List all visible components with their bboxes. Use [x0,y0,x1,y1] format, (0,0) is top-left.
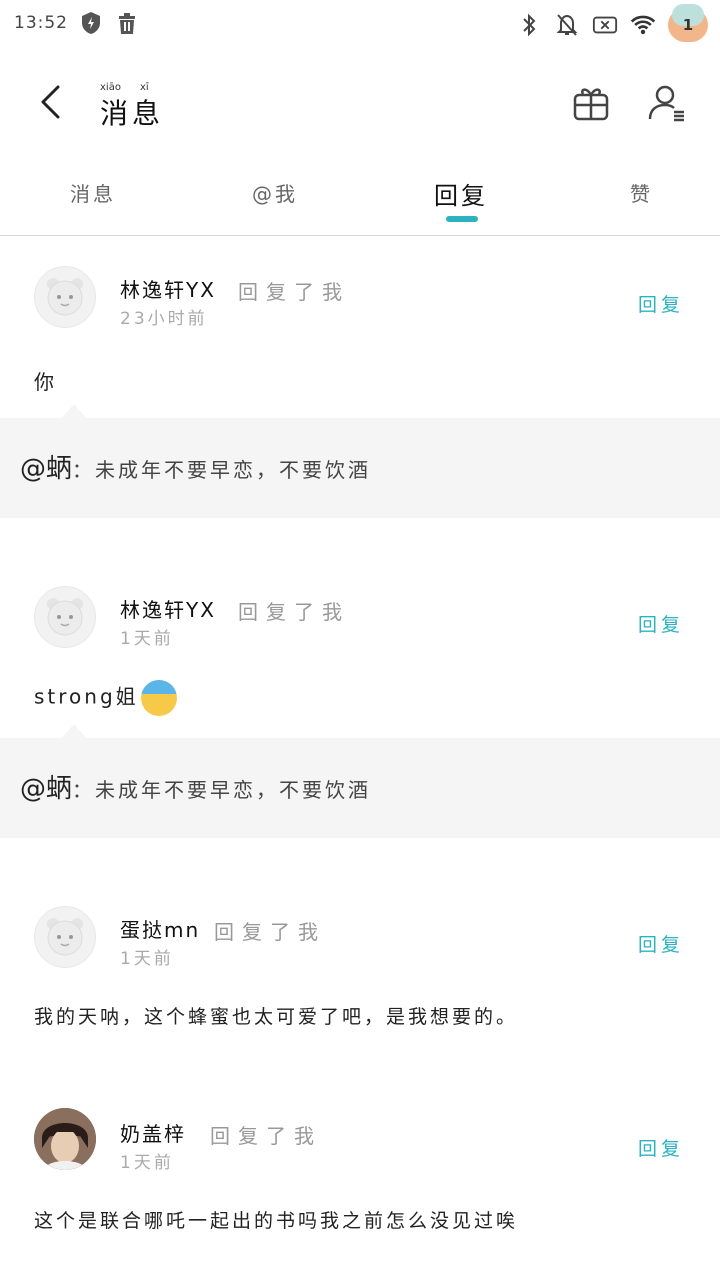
timestamp: 23小时前 [120,309,208,329]
timestamp: 1天前 [120,1153,174,1173]
sim-off-icon [592,12,618,38]
message-content: 这个是联合哪吒一起出的书吗我之前怎么没见过唉 [34,1210,519,1232]
user-name[interactable]: 奶盖梓 [120,1118,186,1147]
quoted-comment[interactable]: @蛃：未成年不要早恋，不要饮酒 [0,404,720,518]
quote-pointer [62,724,86,738]
tab-bar: 消息 @我 回复 赞 [0,160,720,236]
quoted-user: @蛃 [20,454,73,484]
status-left: 13:52 [14,10,140,36]
user-list-icon [648,85,684,122]
quoted-body: ：未成年不要早恋，不要饮酒 [72,778,372,802]
bear-avatar-icon [47,598,83,636]
bluetooth-icon [516,12,542,38]
user-name[interactable]: 林逸轩YX [120,594,216,623]
user-settings-button[interactable] [644,80,690,126]
tab-mentions[interactable]: @我 [252,178,298,207]
quoted-comment[interactable]: @蛃：未成年不要早恋，不要饮酒 [0,724,720,838]
header: xiāo xī 消息 [0,60,720,150]
back-button[interactable] [28,80,72,124]
reply-action: 回复了我 [238,600,350,624]
photo-avatar-icon [34,1108,96,1170]
quoted-text: @蛃：未成年不要早恋，不要饮酒 [20,768,371,805]
avatar[interactable] [34,586,96,648]
message-card: 林逸轩YX 回复了我 23小时前 回复 你 @蛃：未成年不要早恋，不要饮酒 [0,240,720,520]
message-content: 我的天呐，这个蜂蜜也太可爱了吧，是我想要的。 [34,1006,519,1028]
tab-likes[interactable]: 赞 [630,178,653,207]
shocked-emoji-icon [140,680,177,716]
message-content: strong姐 [34,680,177,716]
user-name[interactable]: 林逸轩YX [120,274,216,303]
status-time: 13:52 [14,13,68,33]
reply-action: 回复了我 [238,280,350,304]
notification-badge[interactable]: 1 [668,4,708,42]
avatar[interactable] [34,1108,96,1170]
reply-button[interactable]: 回复 [638,290,684,317]
wifi-icon [630,12,656,38]
message-card: 奶盖梓 回复了我 1天前 回复 这个是联合哪吒一起出的书吗我之前怎么没见过唉 [0,1084,720,1274]
bell-off-icon [554,12,580,38]
gift-button[interactable] [568,80,614,126]
tab-replies[interactable]: 回复 [434,176,488,211]
quoted-text: @蛃：未成年不要早恋，不要饮酒 [20,448,371,485]
quote-pointer [62,404,86,418]
avatar[interactable] [34,266,96,328]
timestamp: 1天前 [120,949,174,969]
bear-avatar-icon [47,918,83,956]
quoted-user: @蛃 [20,774,73,804]
tab-active-indicator [446,216,478,222]
trash-icon [114,10,140,36]
tab-messages[interactable]: 消息 [70,178,116,207]
notification-count: 1 [682,16,694,34]
bear-avatar-icon [47,278,83,316]
message-card: 蛋挞mn 回复了我 1天前 回复 我的天呐，这个蜂蜜也太可爱了吧，是我想要的。 [0,880,720,1060]
timestamp: 1天前 [120,629,174,649]
shield-icon [78,10,104,36]
status-right: 1 [516,4,708,42]
reply-action: 回复了我 [214,920,326,944]
reply-button[interactable]: 回复 [638,930,684,957]
gift-icon [573,88,609,121]
avatar[interactable] [34,906,96,968]
message-card: 林逸轩YX 回复了我 1天前 回复 strong姐 @蛃：未成年不要早恋，不要饮… [0,560,720,840]
reply-button[interactable]: 回复 [638,1134,684,1161]
message-content: 你 [34,370,57,394]
quoted-body: ：未成年不要早恋，不要饮酒 [72,458,372,482]
reply-action: 回复了我 [210,1124,322,1148]
message-text: strong姐 [34,684,139,709]
page-title: 消息 [100,97,165,130]
chevron-left-icon [41,85,60,119]
reply-button[interactable]: 回复 [638,610,684,637]
status-bar: 13:52 1 [0,0,720,52]
user-name[interactable]: 蛋挞mn [120,914,200,943]
